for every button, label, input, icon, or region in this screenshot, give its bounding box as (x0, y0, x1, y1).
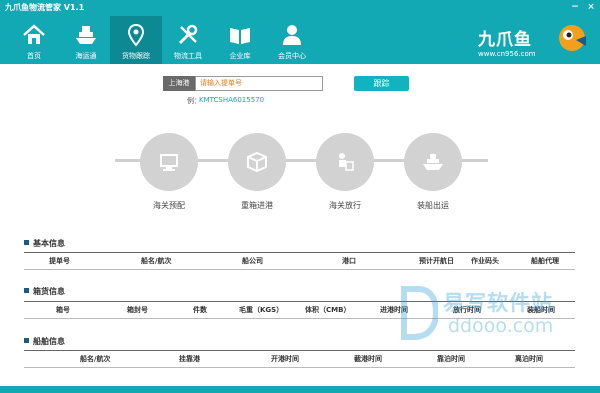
example-bill-number[interactable]: KMTCSHA6015570 (199, 96, 264, 104)
column-header: 体积（CMB） (305, 306, 351, 314)
column-header: 作业码头 (471, 257, 499, 265)
customs-release-icon (339, 153, 354, 171)
footer-bar (0, 386, 600, 393)
watermark-text: 易写软件站 (443, 291, 553, 315)
nav-item-logistics-tools[interactable]: 物流工具 (162, 16, 214, 64)
step-connector (115, 159, 141, 162)
fish-logo-icon (559, 25, 586, 51)
ship-loading-icon (423, 154, 443, 170)
column-header: 预计开航日 (419, 257, 454, 265)
box-icon (247, 151, 267, 173)
bill-of-lading-input[interactable]: 请输入提单号 (195, 76, 323, 91)
step-label: 装船出运 (417, 201, 449, 210)
main-nav: 首页 海运通 货物跟踪 物流工具 企业库 会员中心 九爪鱼 www.cn956.… (0, 16, 600, 64)
step-container-in-port (228, 133, 286, 191)
column-header: 港口 (342, 257, 356, 265)
nav-item-member-center[interactable]: 会员中心 (266, 16, 318, 64)
step-label: 重箱进港 (241, 201, 273, 210)
column-header: 船舶代理 (531, 257, 559, 265)
column-header: 毛重（KGS） (239, 306, 284, 314)
book-icon (230, 28, 250, 44)
column-header: 离泊时间 (515, 355, 543, 363)
tools-icon (178, 24, 198, 45)
basic-info-table-header: 提单号 船名/航次 船公司 港口 预计开航日 作业码头 船舶代理 (24, 252, 575, 270)
step-connector (462, 159, 488, 162)
brand-name: 九爪鱼 (478, 30, 532, 50)
brand: 九爪鱼 www.cn956.com (478, 16, 588, 64)
step-connector (198, 159, 229, 162)
column-header: 船公司 (242, 257, 263, 265)
home-icon (23, 24, 45, 44)
column-header: 提单号 (49, 257, 70, 265)
watermark: 易写软件站 ddooo.com (398, 285, 578, 345)
title-bar: 九爪鱼物流管家 V1.1 − × (0, 0, 600, 16)
column-header: 靠泊时间 (437, 355, 465, 363)
step-customs-preallocation (140, 133, 198, 191)
watermark-logo-icon (401, 286, 438, 340)
section-title-basic-info: 基本信息 (24, 238, 65, 249)
watermark-url: ddooo.com (448, 315, 554, 337)
nav-item-home[interactable]: 首页 (8, 16, 60, 64)
column-header: 截港时间 (354, 355, 382, 363)
close-button[interactable]: × (585, 1, 597, 13)
track-button[interactable]: 跟踪 (354, 76, 409, 91)
section-title-vessel-info: 船舶信息 (24, 336, 65, 347)
step-customs-release (316, 133, 374, 191)
column-header: 箱封号 (127, 306, 148, 314)
monitor-icon (160, 154, 178, 171)
column-header: 箱号 (56, 306, 70, 314)
column-header: 开港时间 (271, 355, 299, 363)
window-title: 九爪鱼物流管家 V1.1 (5, 3, 85, 12)
ship-icon (76, 26, 96, 44)
nav-item-cargo-tracking[interactable]: 货物跟踪 (110, 16, 162, 64)
column-header: 件数 (193, 306, 207, 314)
location-pin-icon (127, 23, 145, 47)
nav-item-enterprise-library[interactable]: 企业库 (214, 16, 266, 64)
step-label: 海关预配 (153, 201, 185, 210)
step-connector (286, 159, 317, 162)
brand-url: www.cn956.com (478, 50, 536, 58)
user-icon (283, 25, 301, 45)
column-header: 船名/航次 (80, 355, 111, 363)
port-select[interactable]: 上海港 (163, 76, 195, 91)
minimize-button[interactable]: − (569, 1, 581, 13)
step-label: 海关放行 (329, 201, 361, 210)
section-title-container-info: 箱货信息 (24, 286, 65, 297)
nav-item-shipping[interactable]: 海运通 (60, 16, 112, 64)
step-ship-loading (404, 133, 462, 191)
vessel-info-table-header: 船名/航次 挂靠港 开港时间 截港时间 靠泊时间 离泊时间 (24, 350, 575, 368)
column-header: 挂靠港 (179, 355, 200, 363)
column-header: 船名/航次 (141, 257, 172, 265)
step-connector (374, 159, 405, 162)
